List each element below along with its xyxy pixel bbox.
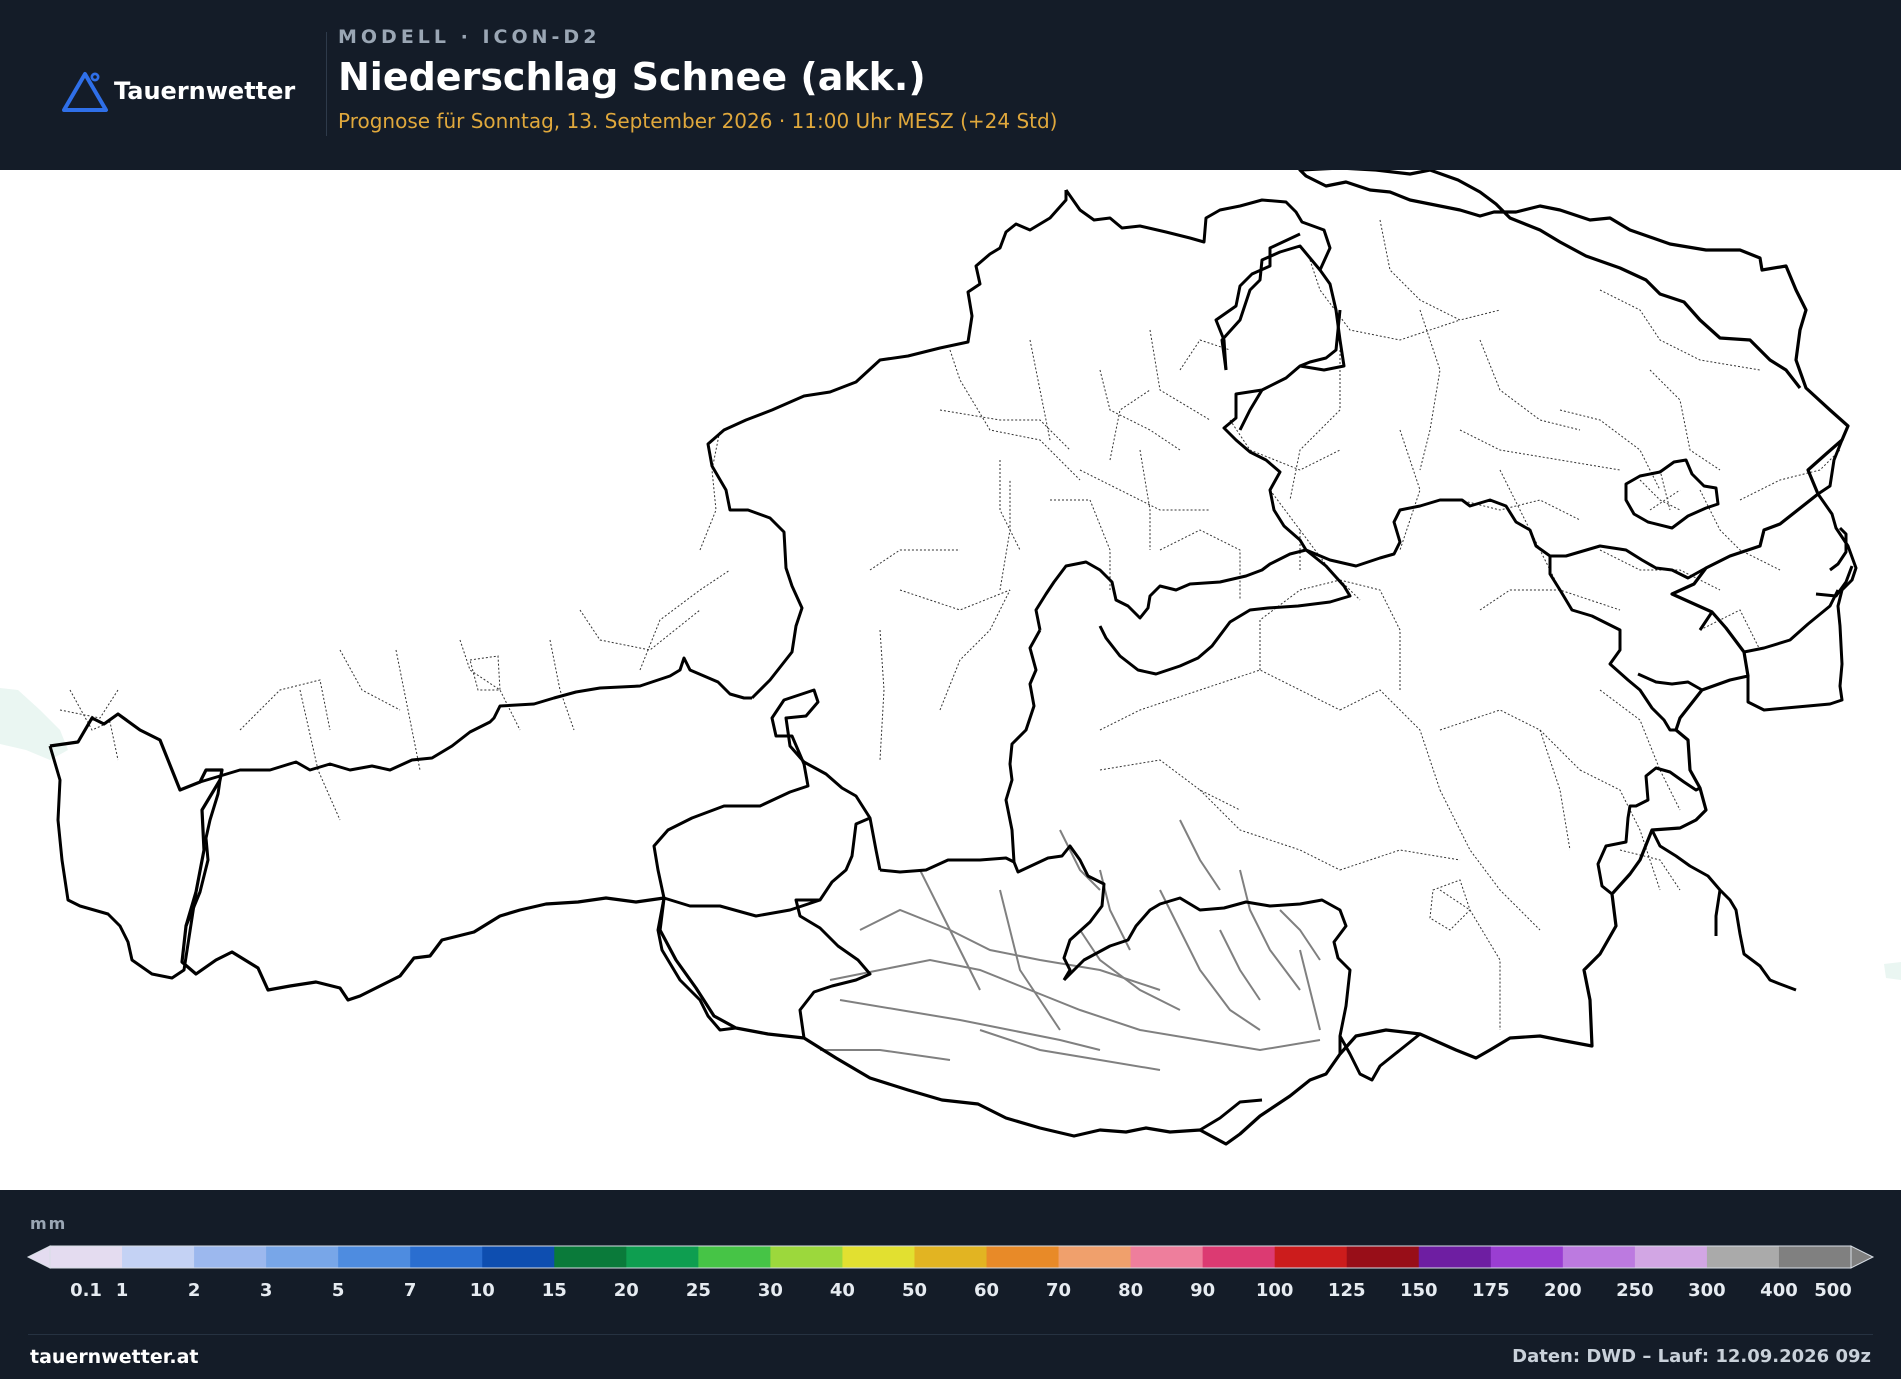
site-link[interactable]: tauernwetter.at xyxy=(30,1346,199,1368)
legend-tick-label: 100 xyxy=(1255,1280,1294,1301)
legend-tick-label: 25 xyxy=(685,1280,711,1301)
legend-tick-label: 7 xyxy=(403,1280,417,1301)
legend-tick-label: 30 xyxy=(757,1280,783,1301)
legend-unit: mm xyxy=(30,1214,68,1233)
legend-tick-label: 20 xyxy=(613,1280,639,1301)
neighbour-shape-east xyxy=(1884,962,1901,980)
austria-map[interactable] xyxy=(0,170,1901,1190)
color-scale xyxy=(26,1245,1875,1269)
scale-swatch xyxy=(1202,1246,1276,1268)
neighbour-shape-west xyxy=(0,688,68,760)
scale-swatch xyxy=(626,1246,699,1268)
legend-tick-label: 300 xyxy=(1688,1280,1726,1301)
page-title: Niederschlag Schnee (akk.) xyxy=(338,55,926,99)
scale-swatch xyxy=(1418,1246,1492,1268)
legend-tick-label: 2 xyxy=(187,1280,201,1301)
scale-swatch xyxy=(1634,1246,1708,1268)
header-bar: Tauernwetter MODELL · ICON-D2 Niederschl… xyxy=(0,0,1901,170)
scale-swatch xyxy=(770,1246,843,1268)
legend-tick-label: 5 xyxy=(331,1280,345,1301)
district-borders xyxy=(59,219,1841,1030)
legend-tick-label: 70 xyxy=(1046,1280,1072,1301)
scale-swatch xyxy=(914,1246,988,1268)
model-label: MODELL · ICON-D2 xyxy=(338,26,601,48)
legend-panel: mm 0.1 1 2 3 5 7 10 15 20 25 30 40 50 60 70 80 90 100 125 1… xyxy=(0,1190,1901,1379)
legend-tick-label: 50 xyxy=(901,1280,927,1301)
scale-swatch xyxy=(266,1246,339,1268)
scale-swatch xyxy=(1130,1246,1204,1268)
scale-swatch xyxy=(122,1246,195,1268)
brand-logo[interactable]: Tauernwetter xyxy=(60,68,295,114)
scale-swatch xyxy=(1706,1246,1780,1268)
footer-divider xyxy=(28,1334,1873,1335)
legend-tick-label: 80 xyxy=(1118,1280,1144,1301)
scale-swatch xyxy=(1058,1246,1132,1268)
legend-ticks: 0.1 1 2 3 5 7 10 15 20 25 30 40 50 60 70 80 90 100 125 150 1… xyxy=(0,1280,1901,1304)
brand-name: Tauernwetter xyxy=(114,77,296,105)
legend-tick-label: 1 xyxy=(115,1280,129,1301)
legend-tick-label: 500 xyxy=(1814,1280,1852,1301)
forecast-time: Prognose für Sonntag, 13. September 2026… xyxy=(338,109,1058,133)
data-credit: Daten: DWD – Lauf: 12.09.2026 09z xyxy=(1512,1346,1871,1367)
legend-tick-label: 10 xyxy=(469,1280,495,1301)
legend-tick-label: 400 xyxy=(1760,1280,1798,1301)
map-area[interactable] xyxy=(0,170,1901,1190)
header-text: MODELL · ICON-D2 Niederschlag Schnee (ak… xyxy=(338,26,1057,134)
scale-swatch xyxy=(1490,1246,1564,1268)
legend-tick-label: 90 xyxy=(1190,1280,1216,1301)
legend-tick-label: 3 xyxy=(259,1280,273,1301)
header-divider xyxy=(326,32,327,136)
road-network xyxy=(820,819,1321,1071)
scale-swatch xyxy=(1778,1246,1852,1268)
legend-tick-label: 60 xyxy=(973,1280,1000,1301)
legend-tick-label: 15 xyxy=(541,1280,567,1301)
scale-swatch xyxy=(1274,1246,1348,1268)
legend-tick-label: 175 xyxy=(1472,1280,1510,1301)
austria-outline xyxy=(49,170,1850,1146)
legend-tick-label: 150 xyxy=(1399,1280,1438,1301)
scale-swatch xyxy=(338,1246,411,1268)
legend-tick-label: 0.1 xyxy=(70,1280,102,1301)
scale-arrow-low xyxy=(26,1245,51,1269)
scale-swatch xyxy=(554,1246,627,1268)
scale-swatch xyxy=(410,1246,483,1268)
state-borders xyxy=(49,170,1850,1146)
scale-swatch xyxy=(1562,1246,1636,1268)
legend-tick-label: 250 xyxy=(1616,1280,1654,1301)
scale-swatch xyxy=(482,1246,555,1268)
legend-tick-label: 40 xyxy=(829,1280,855,1301)
scale-arrow-high xyxy=(1850,1245,1875,1269)
legend-tick-label: 125 xyxy=(1327,1280,1366,1301)
scale-swatch xyxy=(842,1246,915,1268)
state-borders-detail xyxy=(48,189,1858,1132)
scale-swatch xyxy=(194,1246,267,1268)
scale-swatch xyxy=(50,1246,123,1268)
mountain-pin-icon xyxy=(62,72,108,112)
scale-swatch xyxy=(1346,1246,1420,1268)
scale-swatch xyxy=(986,1246,1060,1268)
scale-swatch xyxy=(698,1246,771,1268)
legend-tick-label: 200 xyxy=(1544,1280,1582,1301)
